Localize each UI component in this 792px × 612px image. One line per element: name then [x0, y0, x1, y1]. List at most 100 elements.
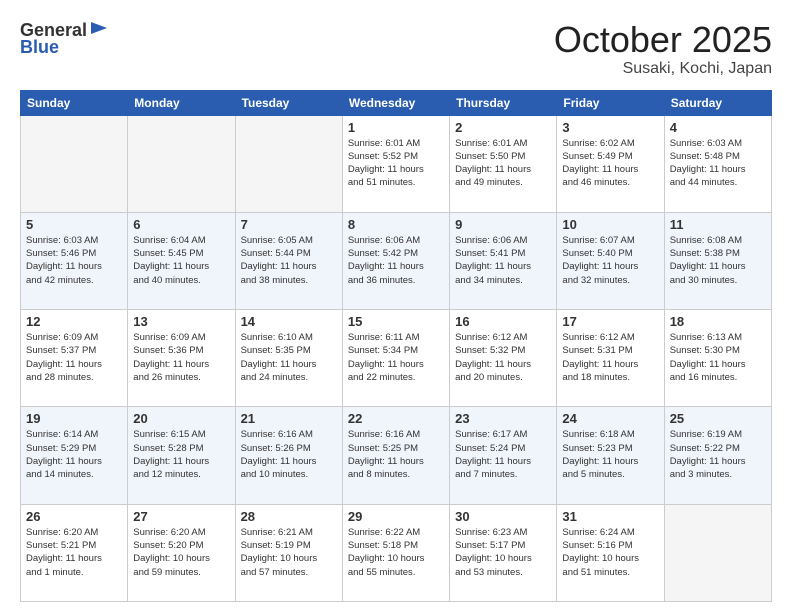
day-number: 27 — [133, 509, 229, 524]
day-number: 5 — [26, 217, 122, 232]
day-info: Sunrise: 6:12 AM Sunset: 5:31 PM Dayligh… — [562, 331, 658, 384]
day-info: Sunrise: 6:01 AM Sunset: 5:52 PM Dayligh… — [348, 137, 444, 190]
table-row — [128, 115, 235, 212]
day-info: Sunrise: 6:05 AM Sunset: 5:44 PM Dayligh… — [241, 234, 337, 287]
table-row: 29 Sunrise: 6:22 AM Sunset: 5:18 PM Dayli… — [342, 504, 449, 601]
day-info: Sunrise: 6:24 AM Sunset: 5:16 PM Dayligh… — [562, 526, 658, 579]
day-info: Sunrise: 6:20 AM Sunset: 5:20 PM Dayligh… — [133, 526, 229, 579]
day-number: 6 — [133, 217, 229, 232]
day-info: Sunrise: 6:07 AM Sunset: 5:40 PM Dayligh… — [562, 234, 658, 287]
day-number: 10 — [562, 217, 658, 232]
calendar-week-row: 19 Sunrise: 6:14 AM Sunset: 5:29 PM Dayli… — [21, 407, 772, 504]
table-row: 21 Sunrise: 6:16 AM Sunset: 5:26 PM Dayli… — [235, 407, 342, 504]
table-row: 22 Sunrise: 6:16 AM Sunset: 5:25 PM Dayli… — [342, 407, 449, 504]
table-row — [235, 115, 342, 212]
table-row: 28Sunrise: 6:21 AM Sunset: 5:19 PM Dayli… — [235, 504, 342, 601]
table-row: 27 Sunrise: 6:20 AM Sunset: 5:20 PM Dayli… — [128, 504, 235, 601]
day-info: Sunrise: 6:20 AM Sunset: 5:21 PM Dayligh… — [26, 526, 122, 579]
header-friday: Friday — [557, 90, 664, 115]
table-row: 30Sunrise: 6:23 AM Sunset: 5:17 PM Dayli… — [450, 504, 557, 601]
header-wednesday: Wednesday — [342, 90, 449, 115]
table-row — [21, 115, 128, 212]
table-row: 13 Sunrise: 6:09 AM Sunset: 5:36 PM Dayli… — [128, 310, 235, 407]
table-row: 24 Sunrise: 6:18 AM Sunset: 5:23 PM Dayli… — [557, 407, 664, 504]
title-block: October 2025 Susaki, Kochi, Japan — [554, 20, 772, 78]
day-number: 1 — [348, 120, 444, 135]
day-number: 13 — [133, 314, 229, 329]
calendar-week-row: 12 Sunrise: 6:09 AM Sunset: 5:37 PM Dayli… — [21, 310, 772, 407]
calendar-week-row: 1 Sunrise: 6:01 AM Sunset: 5:52 PM Daylig… — [21, 115, 772, 212]
day-number: 23 — [455, 411, 551, 426]
table-row: 6 Sunrise: 6:04 AM Sunset: 5:45 PM Daylig… — [128, 212, 235, 309]
table-row — [664, 504, 771, 601]
day-number: 29 — [348, 509, 444, 524]
table-row: 23 Sunrise: 6:17 AM Sunset: 5:24 PM Dayli… — [450, 407, 557, 504]
table-row: 11Sunrise: 6:08 AM Sunset: 5:38 PM Dayli… — [664, 212, 771, 309]
table-row: 17 Sunrise: 6:12 AM Sunset: 5:31 PM Dayli… — [557, 310, 664, 407]
day-info: Sunrise: 6:16 AM Sunset: 5:26 PM Dayligh… — [241, 428, 337, 481]
day-number: 22 — [348, 411, 444, 426]
day-info: Sunrise: 6:01 AM Sunset: 5:50 PM Dayligh… — [455, 137, 551, 190]
location: Susaki, Kochi, Japan — [554, 60, 772, 78]
day-number: 26 — [26, 509, 122, 524]
table-row: 18Sunrise: 6:13 AM Sunset: 5:30 PM Dayli… — [664, 310, 771, 407]
day-info: Sunrise: 6:06 AM Sunset: 5:42 PM Dayligh… — [348, 234, 444, 287]
day-number: 17 — [562, 314, 658, 329]
day-number: 2 — [455, 120, 551, 135]
header-tuesday: Tuesday — [235, 90, 342, 115]
day-number: 14 — [241, 314, 337, 329]
header-thursday: Thursday — [450, 90, 557, 115]
day-info: Sunrise: 6:16 AM Sunset: 5:25 PM Dayligh… — [348, 428, 444, 481]
table-row: 9 Sunrise: 6:06 AM Sunset: 5:41 PM Daylig… — [450, 212, 557, 309]
table-row: 25Sunrise: 6:19 AM Sunset: 5:22 PM Dayli… — [664, 407, 771, 504]
day-number: 19 — [26, 411, 122, 426]
header-monday: Monday — [128, 90, 235, 115]
table-row: 5Sunrise: 6:03 AM Sunset: 5:46 PM Daylig… — [21, 212, 128, 309]
table-row: 10 Sunrise: 6:07 AM Sunset: 5:40 PM Dayli… — [557, 212, 664, 309]
day-info: Sunrise: 6:14 AM Sunset: 5:29 PM Dayligh… — [26, 428, 122, 481]
day-info: Sunrise: 6:10 AM Sunset: 5:35 PM Dayligh… — [241, 331, 337, 384]
day-number: 20 — [133, 411, 229, 426]
day-info: Sunrise: 6:04 AM Sunset: 5:45 PM Dayligh… — [133, 234, 229, 287]
day-info: Sunrise: 6:09 AM Sunset: 5:37 PM Dayligh… — [26, 331, 122, 384]
calendar-week-row: 5Sunrise: 6:03 AM Sunset: 5:46 PM Daylig… — [21, 212, 772, 309]
day-number: 3 — [562, 120, 658, 135]
day-number: 21 — [241, 411, 337, 426]
day-number: 25 — [670, 411, 766, 426]
month-title: October 2025 — [554, 20, 772, 60]
day-number: 31 — [562, 509, 658, 524]
table-row: 31 Sunrise: 6:24 AM Sunset: 5:16 PM Dayli… — [557, 504, 664, 601]
table-row: 8 Sunrise: 6:06 AM Sunset: 5:42 PM Daylig… — [342, 212, 449, 309]
table-row: 14 Sunrise: 6:10 AM Sunset: 5:35 PM Dayli… — [235, 310, 342, 407]
logo: General Blue — [20, 20, 109, 58]
day-info: Sunrise: 6:15 AM Sunset: 5:28 PM Dayligh… — [133, 428, 229, 481]
page: General Blue October 2025 Susaki, Kochi,… — [0, 0, 792, 612]
day-info: Sunrise: 6:17 AM Sunset: 5:24 PM Dayligh… — [455, 428, 551, 481]
day-info: Sunrise: 6:23 AM Sunset: 5:17 PM Dayligh… — [455, 526, 551, 579]
day-info: Sunrise: 6:06 AM Sunset: 5:41 PM Dayligh… — [455, 234, 551, 287]
calendar-week-row: 26 Sunrise: 6:20 AM Sunset: 5:21 PM Dayli… — [21, 504, 772, 601]
table-row: 12 Sunrise: 6:09 AM Sunset: 5:37 PM Dayli… — [21, 310, 128, 407]
day-number: 9 — [455, 217, 551, 232]
day-info: Sunrise: 6:12 AM Sunset: 5:32 PM Dayligh… — [455, 331, 551, 384]
logo-blue-text: Blue — [20, 37, 59, 58]
calendar-table: Sunday Monday Tuesday Wednesday Thursday… — [20, 90, 772, 602]
table-row: 7Sunrise: 6:05 AM Sunset: 5:44 PM Daylig… — [235, 212, 342, 309]
day-info: Sunrise: 6:18 AM Sunset: 5:23 PM Dayligh… — [562, 428, 658, 481]
day-number: 24 — [562, 411, 658, 426]
header-sunday: Sunday — [21, 90, 128, 115]
table-row: 20 Sunrise: 6:15 AM Sunset: 5:28 PM Dayli… — [128, 407, 235, 504]
day-info: Sunrise: 6:22 AM Sunset: 5:18 PM Dayligh… — [348, 526, 444, 579]
logo-flag-icon — [89, 20, 109, 40]
table-row: 4Sunrise: 6:03 AM Sunset: 5:48 PM Daylig… — [664, 115, 771, 212]
day-info: Sunrise: 6:02 AM Sunset: 5:49 PM Dayligh… — [562, 137, 658, 190]
day-info: Sunrise: 6:11 AM Sunset: 5:34 PM Dayligh… — [348, 331, 444, 384]
day-number: 28 — [241, 509, 337, 524]
header: General Blue October 2025 Susaki, Kochi,… — [20, 20, 772, 78]
day-number: 4 — [670, 120, 766, 135]
day-number: 12 — [26, 314, 122, 329]
day-number: 8 — [348, 217, 444, 232]
table-row: 1 Sunrise: 6:01 AM Sunset: 5:52 PM Daylig… — [342, 115, 449, 212]
table-row: 19 Sunrise: 6:14 AM Sunset: 5:29 PM Dayli… — [21, 407, 128, 504]
day-info: Sunrise: 6:09 AM Sunset: 5:36 PM Dayligh… — [133, 331, 229, 384]
